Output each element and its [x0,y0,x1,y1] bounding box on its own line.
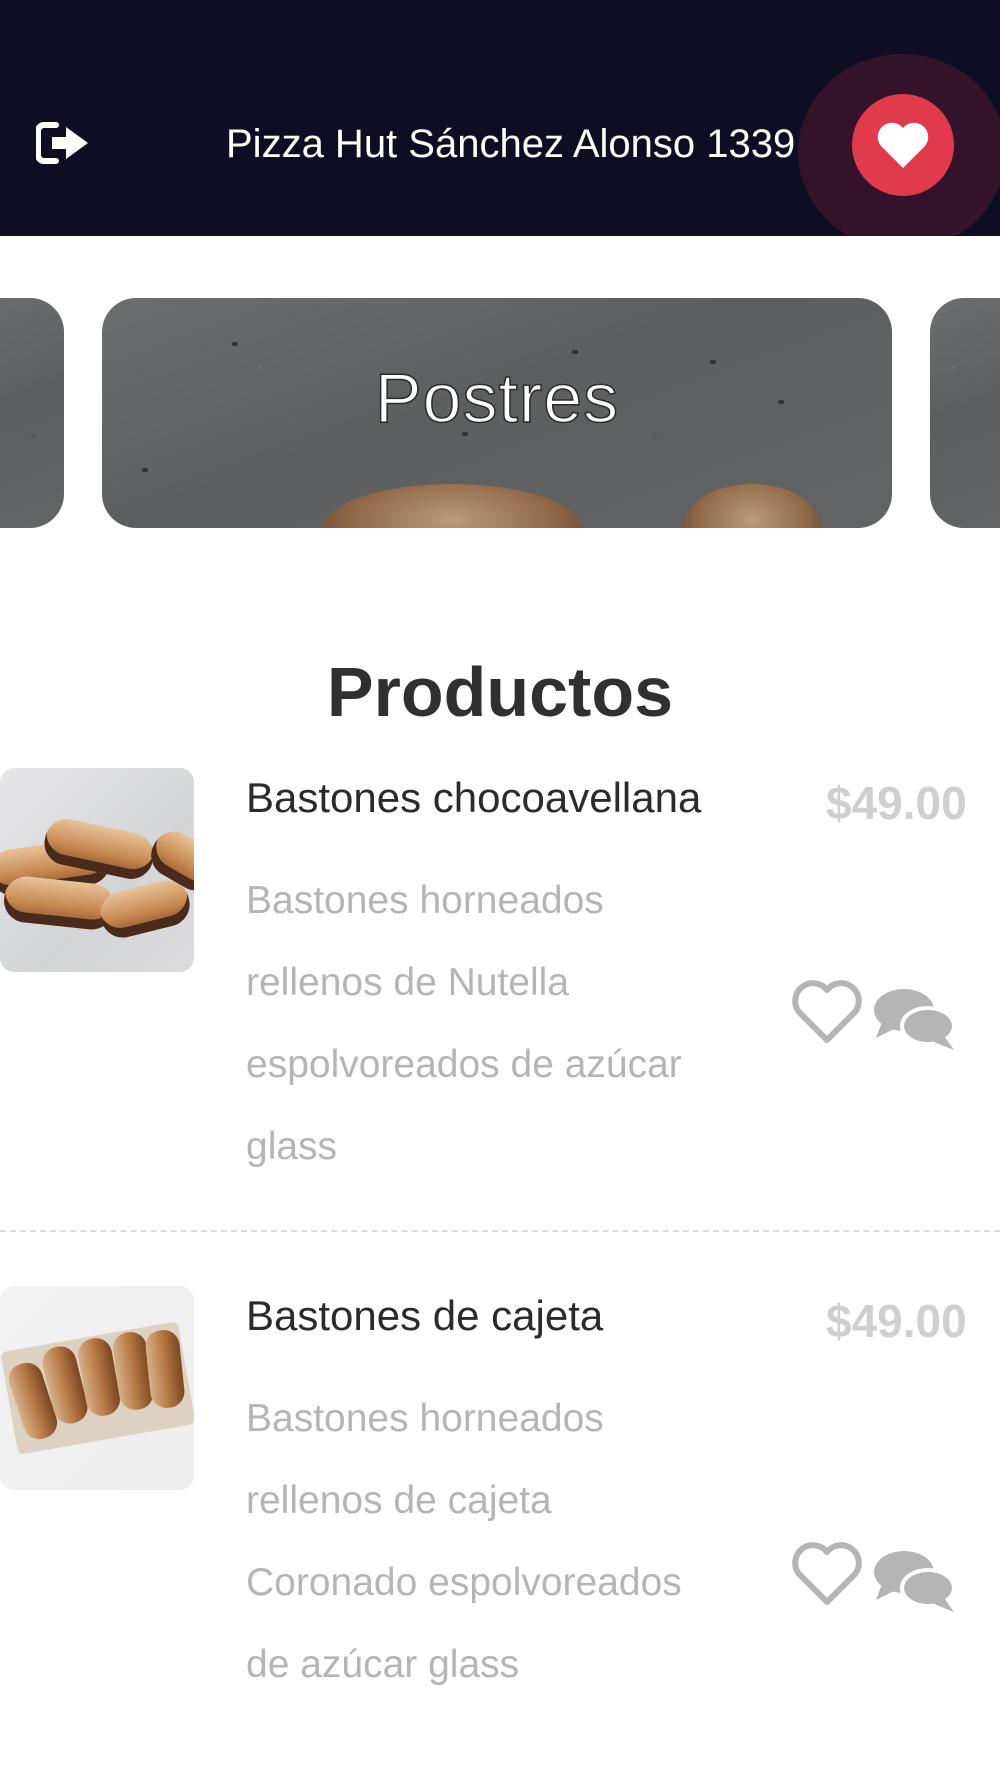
heart-outline-icon [792,980,862,1043]
restaurant-title: Pizza Hut Sánchez Alonso 1339 [226,122,796,166]
app-header: Pizza Hut Sánchez Alonso 1339 [0,0,1000,236]
product-price: $49.00 [826,1295,967,1347]
comments-button[interactable] [872,984,956,1054]
product-description: Bastones horneados rellenos de Nutella e… [246,879,682,1168]
product-name: Bastones chocoavellana [246,774,702,821]
texture-speck [232,342,238,346]
product-image [0,1286,194,1490]
like-button[interactable] [790,980,864,1048]
product-image [0,768,194,972]
products-heading: Productos [326,653,674,731]
logout-icon [36,122,88,164]
texture-speck [572,350,578,354]
favorite-button[interactable] [852,94,954,196]
heart-icon [877,122,929,168]
product-item[interactable]: Bastones chocoavellana $49.00 Bastones h… [0,766,1000,1230]
heart-outline-icon [792,1542,862,1605]
list-divider [0,1230,1000,1232]
category-title: Postres [374,358,620,438]
logout-button[interactable] [36,120,90,166]
category-card-postres[interactable]: Postres [102,298,892,528]
comments-icon [874,989,956,1050]
pastry-stick [95,875,194,943]
pastry-stick [1,874,117,932]
category-card-next[interactable] [930,298,1000,528]
pastry-image [682,484,822,528]
category-carousel[interactable]: Postres [0,298,1000,530]
texture-speck [142,468,148,472]
category-card-previous[interactable] [0,298,64,528]
pastry-image [322,484,582,528]
comments-button[interactable] [872,1546,956,1616]
comments-icon [874,1551,956,1612]
like-button[interactable] [790,1542,864,1610]
product-description: Bastones horneados rellenos de cajeta Co… [246,1397,682,1686]
product-item[interactable]: Bastones de cajeta $49.00 Bastones horne… [0,1284,1000,1778]
product-name: Bastones de cajeta [246,1292,604,1339]
product-price: $49.00 [826,777,967,829]
